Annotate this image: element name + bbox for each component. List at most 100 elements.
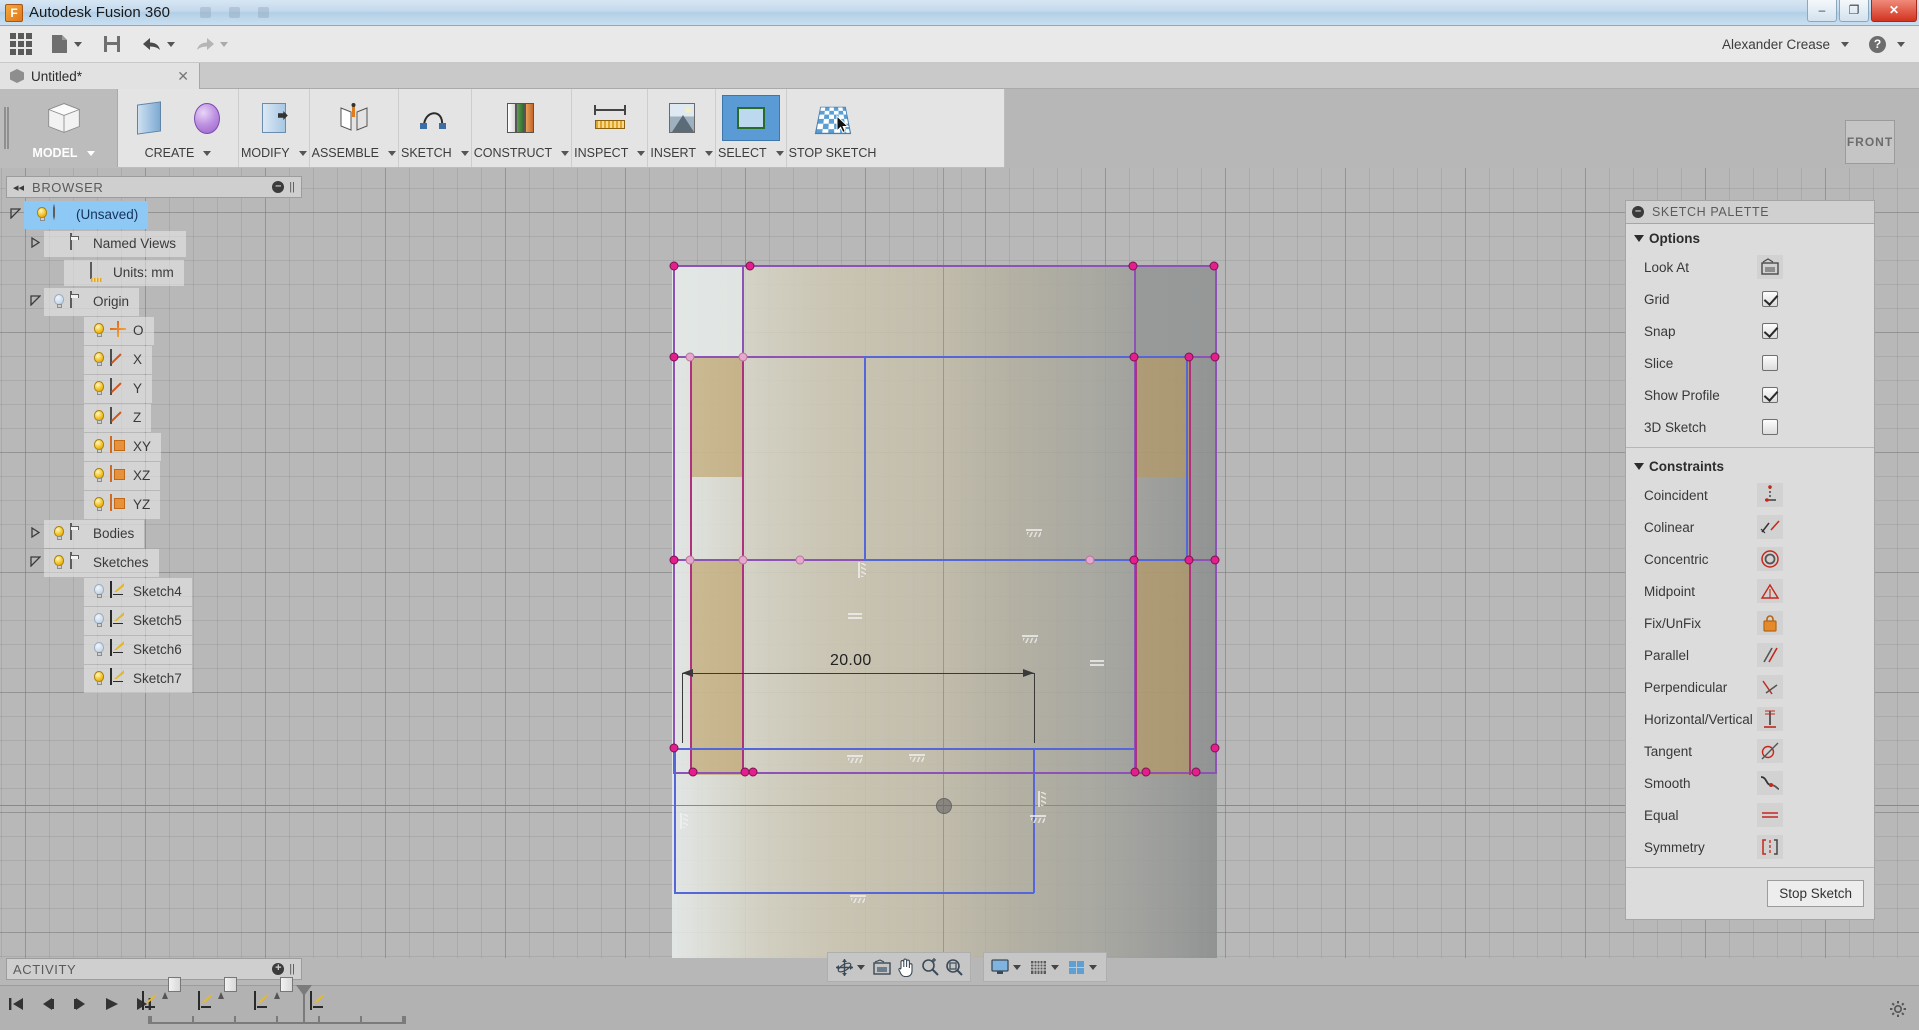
browser-tree-row[interactable]: Sketch4 bbox=[6, 577, 306, 606]
palette-checkbox[interactable] bbox=[1756, 319, 1784, 343]
palette-row[interactable]: Show Profile bbox=[1626, 379, 1874, 411]
visibility-bulb-icon[interactable] bbox=[88, 436, 110, 458]
palette-checkbox[interactable] bbox=[1756, 351, 1784, 375]
timeline-feature-sketch[interactable] bbox=[196, 992, 218, 1014]
ribbon-panel-create[interactable]: CREATE bbox=[118, 89, 239, 167]
insert-image-icon[interactable] bbox=[653, 95, 711, 141]
vertical-constraint-glyph[interactable] bbox=[1038, 791, 1046, 807]
timeline-feature-extrude[interactable] bbox=[224, 992, 246, 1014]
chevron-down-icon[interactable] bbox=[1634, 235, 1644, 242]
active-sketch-line[interactable] bbox=[674, 748, 676, 893]
active-sketch-line[interactable] bbox=[864, 356, 1187, 358]
browser-tree-row[interactable]: O bbox=[6, 316, 306, 345]
sketch-line[interactable] bbox=[742, 356, 744, 775]
sketch-point[interactable] bbox=[670, 744, 679, 753]
sketch-profile-fill[interactable] bbox=[1135, 560, 1189, 775]
visibility-bulb-icon[interactable] bbox=[88, 320, 110, 342]
pan-hand-icon[interactable] bbox=[894, 955, 918, 979]
horizontal-constraint-glyph[interactable] bbox=[1022, 635, 1038, 643]
sketch-point[interactable] bbox=[1211, 353, 1220, 362]
sketch-point[interactable] bbox=[1211, 744, 1220, 753]
panel-grip-icon[interactable]: || bbox=[289, 963, 295, 975]
smooth-constraint-icon[interactable] bbox=[1756, 771, 1784, 795]
restore-button[interactable]: ❐ bbox=[1839, 0, 1869, 22]
palette-row[interactable]: Tangent bbox=[1626, 735, 1874, 767]
minimize-panel-icon[interactable]: – bbox=[272, 181, 284, 193]
sketch-line[interactable] bbox=[673, 265, 675, 773]
midpoint-constraint-icon[interactable] bbox=[1756, 579, 1784, 603]
chevron-down-icon[interactable] bbox=[776, 151, 784, 156]
chevron-down-icon[interactable] bbox=[1634, 463, 1644, 470]
timeline-feature-sketch[interactable] bbox=[252, 992, 274, 1014]
chevron-down-icon[interactable] bbox=[1897, 42, 1905, 47]
horizontal-constraint-glyph[interactable] bbox=[1026, 529, 1042, 537]
chevron-down-icon[interactable] bbox=[1841, 42, 1849, 47]
create-form-icon[interactable] bbox=[178, 95, 236, 141]
sketch-point[interactable] bbox=[749, 768, 758, 777]
browser-tree-row[interactable]: Sketch6 bbox=[6, 635, 306, 664]
sketch-point[interactable] bbox=[689, 768, 698, 777]
palette-row[interactable]: Parallel bbox=[1626, 639, 1874, 671]
palette-row[interactable]: 3D Sketch bbox=[1626, 411, 1874, 443]
grid-snaps-icon[interactable] bbox=[1026, 955, 1050, 979]
browser-tree-row[interactable]: Named Views bbox=[6, 229, 306, 258]
panel-grip-icon[interactable]: || bbox=[289, 181, 295, 193]
sketch-line[interactable] bbox=[1189, 356, 1191, 775]
parallel-constraint-icon[interactable] bbox=[1756, 643, 1784, 667]
app-grid-icon[interactable] bbox=[10, 33, 32, 55]
browser-tree-row[interactable]: Units: mm bbox=[6, 258, 306, 287]
chevron-down-icon[interactable] bbox=[561, 151, 569, 156]
expander-open-icon[interactable] bbox=[26, 556, 44, 570]
visibility-bulb-icon[interactable] bbox=[88, 668, 110, 690]
chevron-down-icon[interactable] bbox=[637, 151, 645, 156]
symmetry-constraint-icon[interactable] bbox=[1756, 835, 1784, 859]
save-button[interactable] bbox=[99, 31, 125, 57]
visibility-bulb-icon[interactable] bbox=[88, 407, 110, 429]
palette-row[interactable]: Midpoint bbox=[1626, 575, 1874, 607]
sketch-point[interactable] bbox=[739, 556, 748, 565]
ribbon-panel-select[interactable]: SELECT bbox=[716, 89, 787, 167]
ribbon-panel-sketch[interactable]: SKETCH bbox=[399, 89, 472, 167]
close-button[interactable]: ✕ bbox=[1871, 0, 1917, 22]
visibility-bulb-icon[interactable] bbox=[31, 204, 53, 226]
look-at-icon[interactable] bbox=[1756, 255, 1784, 279]
stop-sketch-button[interactable]: Stop Sketch bbox=[1767, 880, 1864, 907]
horizontal-constraint-glyph[interactable] bbox=[847, 755, 863, 763]
stop-sketch-icon[interactable] bbox=[804, 95, 862, 141]
palette-checkbox[interactable] bbox=[1756, 287, 1784, 311]
horizontal-constraint-glyph[interactable] bbox=[850, 895, 866, 903]
sketch-point[interactable] bbox=[1211, 556, 1220, 565]
sketch-point[interactable] bbox=[686, 556, 695, 565]
sketch-point[interactable] bbox=[1185, 353, 1194, 362]
sketch-point[interactable] bbox=[1210, 262, 1219, 271]
view-cube[interactable]: FRONT bbox=[1845, 120, 1905, 172]
browser-tree-item[interactable]: Units: mm bbox=[64, 260, 184, 286]
browser-tree-item[interactable]: (Unsaved) bbox=[24, 201, 148, 229]
timeline-feature-sketch[interactable] bbox=[140, 992, 162, 1014]
document-tab[interactable]: Untitled* ✕ bbox=[0, 63, 200, 89]
sketch-point[interactable] bbox=[739, 353, 748, 362]
palette-row[interactable]: Concentric bbox=[1626, 543, 1874, 575]
sketch-point[interactable] bbox=[1086, 556, 1095, 565]
browser-tree-row[interactable]: Sketches bbox=[6, 548, 306, 577]
sketch-profile-fill[interactable] bbox=[690, 560, 742, 775]
redo-button[interactable] bbox=[192, 31, 231, 57]
vertical-constraint-glyph[interactable] bbox=[858, 562, 866, 578]
browser-tree-item[interactable]: Sketch5 bbox=[84, 607, 192, 635]
palette-row[interactable]: Coincident bbox=[1626, 479, 1874, 511]
collapse-left-icon[interactable]: ◂◂ bbox=[13, 181, 24, 194]
browser-tree-item[interactable]: Origin bbox=[44, 288, 139, 316]
inspect-measure-icon[interactable] bbox=[581, 95, 639, 141]
expander-open-icon[interactable] bbox=[6, 208, 24, 222]
sketch-point[interactable] bbox=[686, 353, 695, 362]
workspace-switcher-model[interactable]: MODEL bbox=[10, 89, 118, 167]
expander-closed-icon[interactable] bbox=[26, 237, 44, 251]
visibility-bulb-icon[interactable] bbox=[88, 378, 110, 400]
active-sketch-line[interactable] bbox=[864, 356, 866, 560]
vertical-constraint-glyph[interactable] bbox=[680, 813, 688, 829]
zoom-icon[interactable] bbox=[918, 955, 942, 979]
perpendicular-constraint-icon[interactable] bbox=[1756, 675, 1784, 699]
fit-icon[interactable] bbox=[942, 955, 966, 979]
add-icon[interactable]: + bbox=[272, 963, 284, 975]
close-icon[interactable]: ✕ bbox=[177, 68, 189, 85]
